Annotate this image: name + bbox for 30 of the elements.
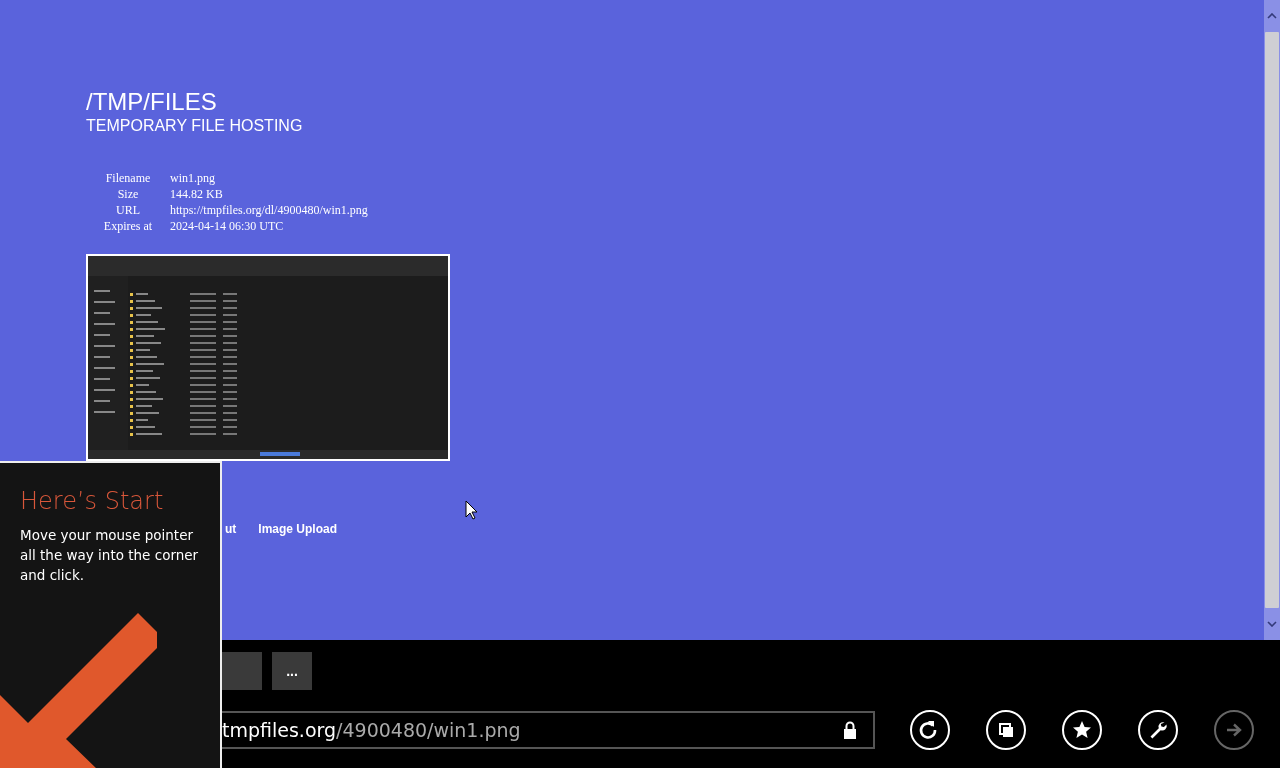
- site-subtitle: TEMPORARY FILE HOSTING: [86, 116, 304, 136]
- star-button[interactable]: [1062, 710, 1102, 750]
- field-label: Size: [116, 186, 140, 202]
- cursor-icon: [465, 500, 478, 520]
- field-value: win1.png: [170, 170, 216, 186]
- scrollbar[interactable]: [1264, 0, 1280, 640]
- arrow-icon: [0, 613, 160, 768]
- scroll-down-icon[interactable]: [1267, 621, 1277, 627]
- scroll-up-icon[interactable]: [1267, 13, 1277, 19]
- field-value: https://tmpfiles.org/dl/4900480/win1.png: [170, 202, 368, 218]
- field-value: 144.82 KB: [170, 186, 224, 202]
- nav-link[interactable]: ut: [225, 520, 237, 538]
- field-label: Filename: [86, 170, 170, 186]
- field-label: URL: [86, 202, 170, 218]
- tabs-button[interactable]: [986, 710, 1026, 750]
- wrench-button[interactable]: [1138, 710, 1178, 750]
- field-label: Expires at: [86, 218, 170, 234]
- address-field[interactable]: tmpfiles.org/4900480/win1.png: [222, 711, 875, 749]
- tip-title: Here’s Start: [20, 486, 165, 517]
- file-explorer-screenshot-drawing[interactable]: [86, 254, 450, 461]
- site-title: /TMP/FILES: [86, 88, 218, 116]
- lock-icon: [843, 721, 857, 739]
- address-path: /4900480/win1.png: [336, 717, 521, 743]
- nav-link[interactable]: Image Upload: [258, 520, 337, 538]
- tip-text: Move your mouse pointer all the way into the corner and click.: [20, 526, 200, 585]
- address-host: tmpfiles.org: [222, 717, 337, 743]
- refresh-button[interactable]: [910, 710, 950, 750]
- field-value: 2024-04-14 06:30 UTC: [170, 218, 285, 234]
- more-button[interactable]: ...: [272, 652, 312, 690]
- scroll-thumb[interactable]: [1265, 32, 1279, 608]
